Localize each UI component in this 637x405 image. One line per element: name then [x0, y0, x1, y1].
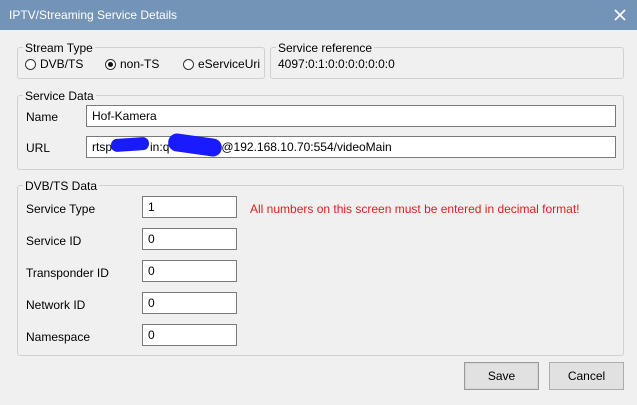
name-input[interactable]: Hof-Kamera: [86, 105, 616, 127]
service-id-label: Service ID: [26, 234, 82, 248]
service-data-group: Service Data Name Hof-Kamera URL rtsp in:…: [17, 89, 624, 170]
namespace-input[interactable]: 0: [142, 324, 237, 346]
radio-non-ts[interactable]: non-TS: [105, 57, 159, 71]
redaction-scribble-1: [110, 136, 150, 153]
name-value: Hof-Kamera: [92, 109, 157, 123]
service-reference-label: Service reference: [276, 41, 375, 55]
radio-eserviceuri-circle[interactable]: [183, 58, 194, 70]
service-id-value: 0: [148, 232, 155, 246]
service-type-input[interactable]: 1: [142, 196, 237, 218]
close-icon: [614, 9, 626, 21]
save-button[interactable]: Save: [464, 362, 539, 390]
transponder-id-input[interactable]: 0: [142, 260, 237, 282]
service-type-label: Service Type: [26, 202, 96, 216]
radio-non-ts-label: non-TS: [120, 57, 160, 71]
service-id-input[interactable]: 0: [142, 228, 237, 250]
name-label: Name: [26, 110, 59, 124]
transponder-id-value: 0: [148, 264, 155, 278]
url-label: URL: [26, 141, 51, 155]
cancel-button[interactable]: Cancel: [549, 362, 624, 390]
radio-eserviceuri[interactable]: eServiceUri: [183, 57, 260, 71]
transponder-id-label: Transponder ID: [26, 266, 109, 280]
namespace-value: 0: [148, 328, 155, 342]
stream-type-group: Stream Type DVB/TS non-TS eServiceUri: [17, 41, 265, 79]
url-suffix: @192.168.10.70:554/videoMain: [221, 140, 392, 154]
window-title: IPTV/Streaming Service Details: [9, 8, 178, 22]
service-reference-group: Service reference 4097:0:1:0:0:0:0:0:0:0: [270, 41, 624, 79]
service-data-label: Service Data: [23, 89, 96, 103]
close-button[interactable]: [603, 0, 637, 30]
radio-dvbts-circle[interactable]: [25, 58, 36, 70]
title-bar: IPTV/Streaming Service Details: [0, 0, 637, 30]
service-reference-value: 4097:0:1:0:0:0:0:0:0:0: [278, 57, 395, 71]
url-mid: in:q: [150, 140, 170, 154]
radio-eserviceuri-label: eServiceUri: [198, 57, 261, 71]
url-prefix: rtsp: [92, 140, 113, 154]
stream-type-label: Stream Type: [23, 41, 95, 55]
network-id-value: 0: [148, 296, 155, 310]
namespace-label: Namespace: [26, 330, 91, 344]
network-id-label: Network ID: [26, 298, 86, 312]
service-type-value: 1: [148, 200, 155, 214]
url-input[interactable]: rtsp in:q @192.168.10.70:554/videoMain: [86, 136, 616, 158]
dvbts-data-group: DVB/TS Data Service Type 1 All numbers o…: [17, 179, 624, 356]
network-id-input[interactable]: 0: [142, 292, 237, 314]
dvbts-data-label: DVB/TS Data: [23, 179, 100, 193]
radio-non-ts-circle[interactable]: [105, 58, 116, 70]
radio-dvbts[interactable]: DVB/TS: [25, 57, 83, 71]
radio-dvbts-label: DVB/TS: [40, 57, 84, 71]
decimal-warning: All numbers on this screen must be enter…: [250, 202, 580, 216]
